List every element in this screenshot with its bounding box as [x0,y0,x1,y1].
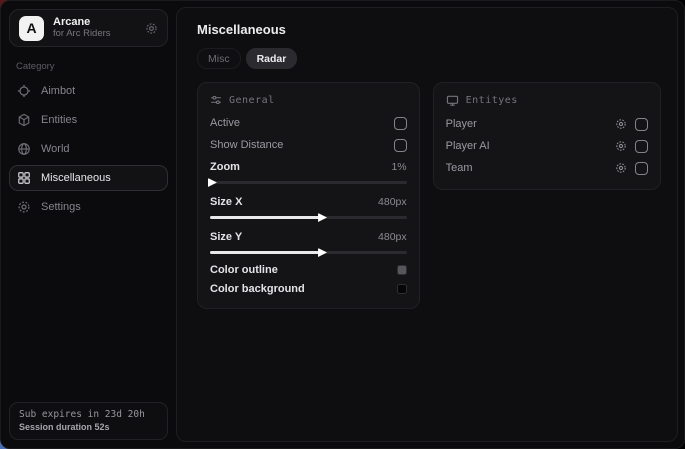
sidebar-item-label: Entities [41,114,77,126]
team-checkbox[interactable] [635,162,648,175]
show-distance-label: Show Distance [210,139,283,151]
sidebar-item-label: World [41,143,70,155]
player-checkbox[interactable] [635,118,648,131]
sidebar-item-label: Miscellaneous [41,172,111,184]
slider-thumb[interactable] [208,178,217,187]
tab-misc[interactable]: Misc [197,48,241,69]
color-background-swatch[interactable] [397,284,407,294]
monitor-icon [446,94,459,107]
app-subtitle: for Arc Riders [53,29,136,40]
size-x-value: 480px [378,196,407,208]
size-y-label: Size Y [210,231,242,243]
screen: A Arcane for Arc Riders Category [0,0,685,449]
slider-thumb[interactable] [318,213,327,222]
sidebar-item-world[interactable]: World [9,136,168,162]
player-row: Player [446,113,648,135]
zoom-value: 1% [391,161,406,173]
entities-card: Entityes Player [433,82,661,190]
color-outline-swatch[interactable] [397,265,407,275]
color-background-row: Color background [210,279,407,298]
settings-gear-icon[interactable] [145,22,158,35]
app-name: Arcane [53,16,136,29]
player-ai-gear-icon[interactable] [615,140,627,152]
show-distance-row: Show Distance [210,134,407,156]
entities-card-title: Entityes [466,95,518,106]
active-label: Active [210,117,240,129]
logo-card: A Arcane for Arc Riders [9,9,168,47]
main-panel: Miscellaneous Misc Radar Gener [176,7,678,442]
player-ai-row: Player AI [446,135,648,157]
sidebar-nav: Aimbot Entities Wo [9,78,168,220]
zoom-slider[interactable] [210,181,407,184]
sidebar-item-aimbot[interactable]: Aimbot [9,78,168,104]
gear-icon [17,200,31,214]
active-checkbox[interactable] [394,117,407,130]
session-duration-text: Session duration 52s [19,422,158,432]
app-logo: A [19,16,44,41]
color-outline-label: Color outline [210,264,278,276]
player-label: Player [446,118,477,130]
sidebar-item-miscellaneous[interactable]: Miscellaneous [9,165,168,191]
general-card-title: General [229,95,275,106]
slider-fill [210,251,322,254]
sidebar-item-entities[interactable]: Entities [9,107,168,133]
color-outline-row: Color outline [210,260,407,279]
active-row: Active [210,112,407,134]
page-title: Miscellaneous [197,22,661,37]
sliders-icon [210,94,222,106]
size-x-label: Size X [210,196,242,208]
tab-radar[interactable]: Radar [246,48,298,69]
grid-icon [17,171,31,185]
tab-bar: Misc Radar [197,48,661,69]
globe-icon [17,142,31,156]
sidebar-item-label: Aimbot [41,85,75,97]
sidebar: A Arcane for Arc Riders Category [1,1,176,448]
slider-thumb[interactable] [318,248,327,257]
color-background-label: Color background [210,283,305,295]
player-ai-label: Player AI [446,140,490,152]
size-x-group: Size X 480px [210,193,407,219]
zoom-group: Zoom 1% [210,158,407,184]
size-y-group: Size Y 480px [210,228,407,254]
sidebar-item-label: Settings [41,201,81,213]
category-label: Category [16,61,168,72]
sub-expires-text: Sub expires in 23d 20h [19,409,158,420]
general-card: General Active Show Distance Zoom 1% [197,82,420,309]
size-y-value: 480px [378,231,407,243]
player-ai-checkbox[interactable] [635,140,648,153]
team-row: Team [446,157,648,179]
cube-icon [17,113,31,127]
app-window: A Arcane for Arc Riders Category [0,0,685,449]
show-distance-checkbox[interactable] [394,139,407,152]
crosshair-icon [17,84,31,98]
size-x-slider[interactable] [210,216,407,219]
subscription-card: Sub expires in 23d 20h Session duration … [9,402,168,440]
sidebar-item-settings[interactable]: Settings [9,194,168,220]
size-y-slider[interactable] [210,251,407,254]
team-label: Team [446,162,473,174]
zoom-label: Zoom [210,161,240,173]
slider-fill [210,216,322,219]
team-gear-icon[interactable] [615,162,627,174]
player-gear-icon[interactable] [615,118,627,130]
